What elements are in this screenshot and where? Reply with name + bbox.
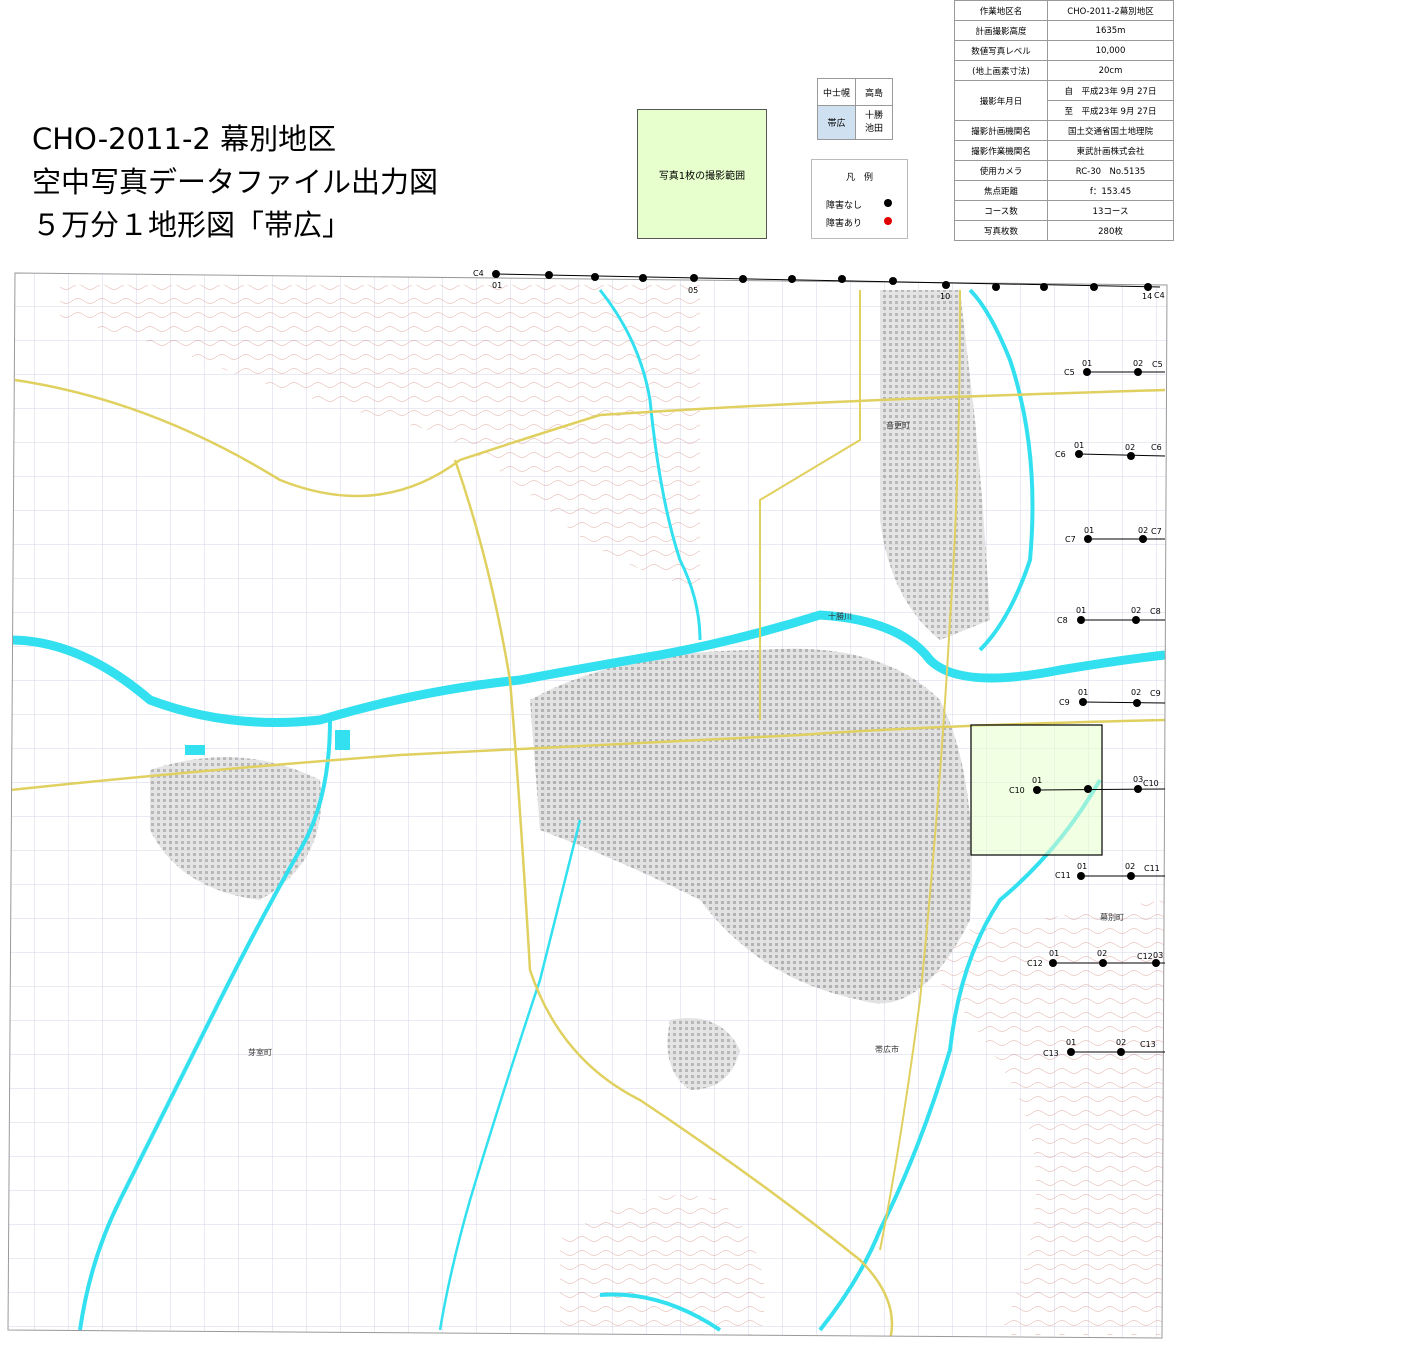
svg-text:C9: C9 bbox=[1059, 698, 1070, 707]
place-label: 十勝川 bbox=[828, 611, 852, 621]
svg-text:02: 02 bbox=[1125, 862, 1135, 871]
topographic-map: 十勝川 帯広市 音更町 幕別町 芽室町 C4 01 05 10 14 C4 C5… bbox=[7, 269, 1168, 1339]
svg-text:C8: C8 bbox=[1150, 607, 1161, 616]
svg-text:C5: C5 bbox=[1064, 368, 1075, 377]
svg-text:01: 01 bbox=[1076, 606, 1086, 615]
photo-number: 14 bbox=[1142, 292, 1152, 301]
svg-text:C12: C12 bbox=[1027, 959, 1043, 968]
svg-text:01: 01 bbox=[1084, 526, 1094, 535]
photo-number: 05 bbox=[688, 286, 698, 295]
svg-text:01: 01 bbox=[1074, 441, 1084, 450]
svg-text:C7: C7 bbox=[1151, 527, 1162, 536]
svg-text:C11: C11 bbox=[1144, 864, 1160, 873]
course-label: C4 bbox=[473, 269, 484, 278]
svg-text:C8: C8 bbox=[1057, 616, 1068, 625]
svg-text:01: 01 bbox=[1078, 688, 1088, 697]
course-label: C4 bbox=[1154, 291, 1165, 300]
place-label: 幕別町 bbox=[1100, 912, 1124, 922]
svg-text:01: 01 bbox=[1066, 1038, 1076, 1047]
svg-text:02: 02 bbox=[1138, 526, 1148, 535]
svg-text:C9: C9 bbox=[1150, 689, 1161, 698]
svg-text:C6: C6 bbox=[1055, 450, 1066, 459]
svg-text:01: 01 bbox=[1077, 862, 1087, 871]
svg-text:02: 02 bbox=[1131, 688, 1141, 697]
svg-text:03: 03 bbox=[1133, 775, 1143, 784]
svg-text:C10: C10 bbox=[1009, 786, 1025, 795]
svg-text:02: 02 bbox=[1125, 443, 1135, 452]
svg-text:C5: C5 bbox=[1152, 360, 1163, 369]
place-label: 帯広市 bbox=[875, 1044, 899, 1054]
svg-text:02: 02 bbox=[1133, 359, 1143, 368]
svg-text:C10: C10 bbox=[1143, 779, 1159, 788]
svg-text:02: 02 bbox=[1116, 1038, 1126, 1047]
photo-number: 10 bbox=[940, 292, 950, 301]
photo-number: 01 bbox=[492, 281, 502, 290]
svg-text:02: 02 bbox=[1097, 949, 1107, 958]
svg-text:C13: C13 bbox=[1043, 1049, 1059, 1058]
svg-text:C11: C11 bbox=[1055, 871, 1071, 880]
svg-text:01: 01 bbox=[1049, 949, 1059, 958]
svg-text:C12: C12 bbox=[1137, 952, 1153, 961]
svg-text:03: 03 bbox=[1153, 951, 1163, 960]
place-label: 芽室町 bbox=[248, 1047, 272, 1057]
place-label: 音更町 bbox=[886, 420, 910, 430]
svg-text:C6: C6 bbox=[1151, 443, 1162, 452]
svg-text:02: 02 bbox=[1131, 606, 1141, 615]
svg-text:01: 01 bbox=[1082, 359, 1092, 368]
svg-text:C13: C13 bbox=[1140, 1040, 1156, 1049]
svg-text:01: 01 bbox=[1032, 776, 1042, 785]
svg-text:C7: C7 bbox=[1065, 535, 1076, 544]
